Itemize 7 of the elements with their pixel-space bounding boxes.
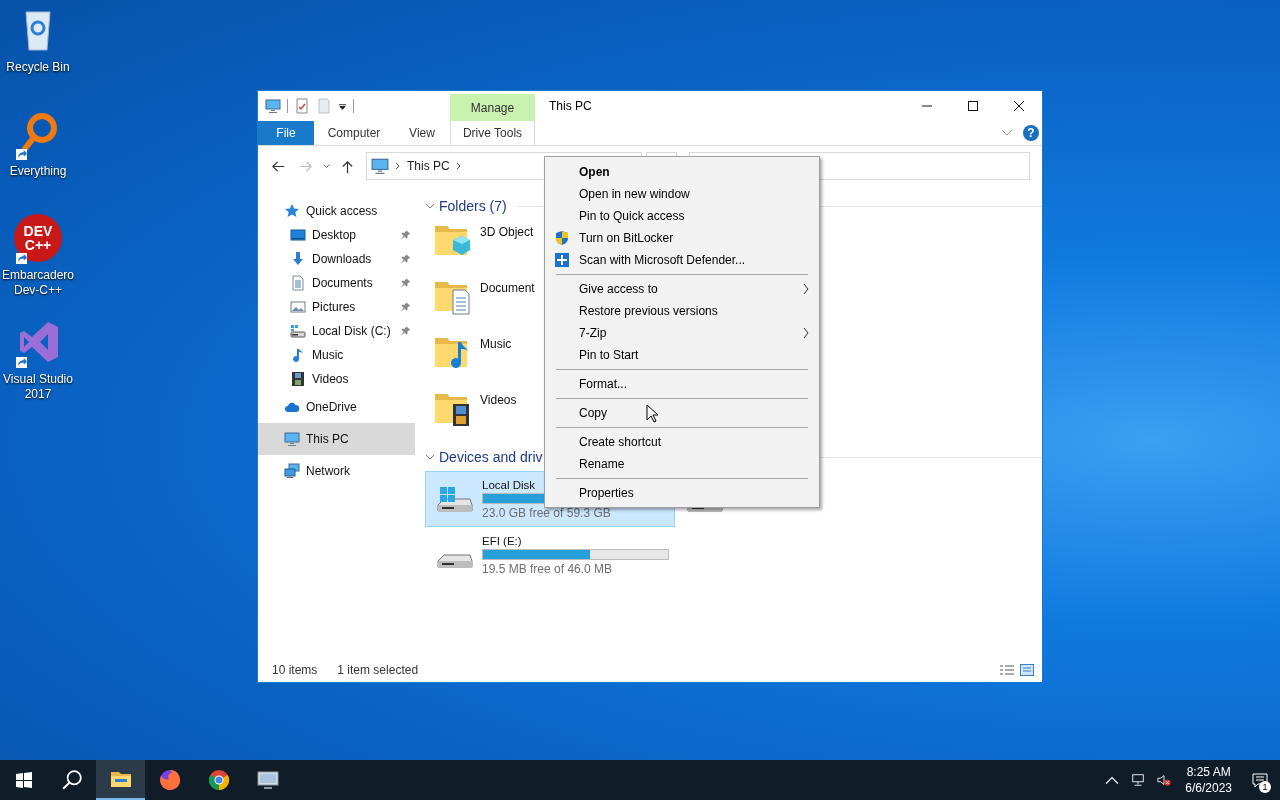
window-title: This PC (549, 99, 592, 113)
free-space-text: 23.0 GB free of 59.3 GB (482, 505, 612, 520)
item-count: 10 items (272, 663, 318, 677)
context-group-header: Manage (450, 94, 535, 121)
selection-count: 1 item selected (337, 663, 419, 677)
notification-count: 1 (1259, 781, 1271, 793)
free-space-text: 19.5 MB free of 46.0 MB (482, 561, 614, 576)
